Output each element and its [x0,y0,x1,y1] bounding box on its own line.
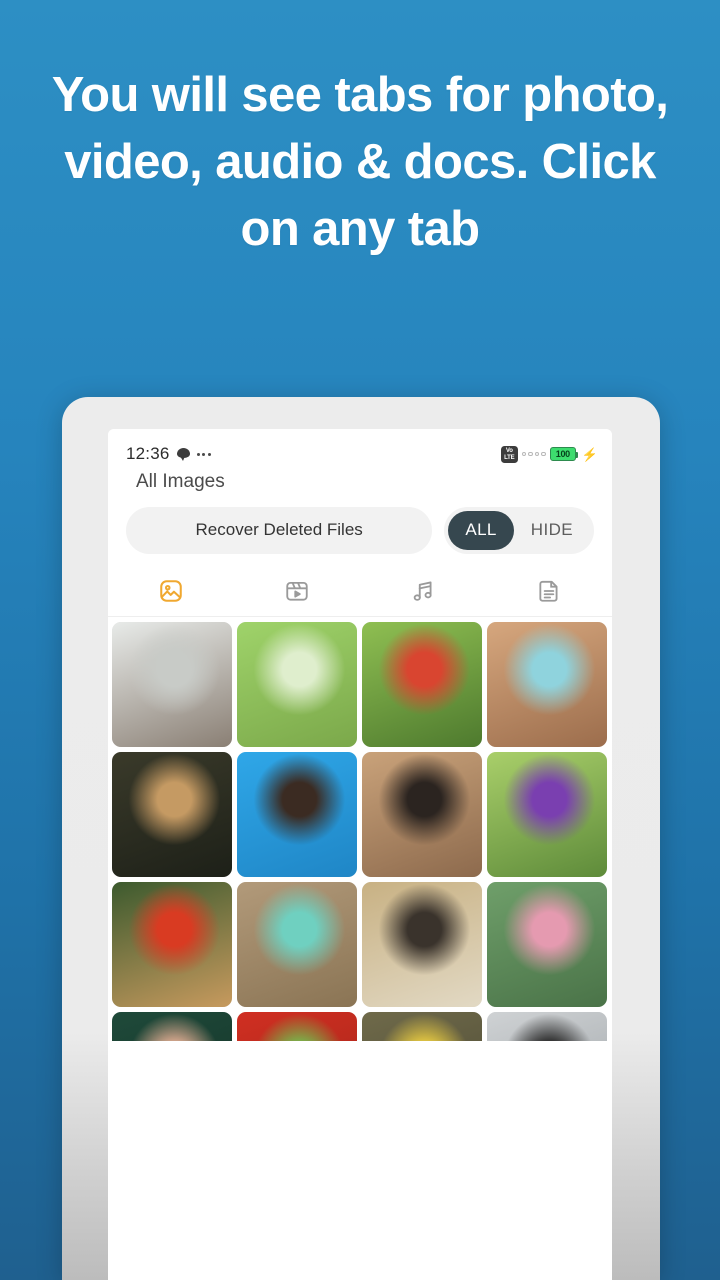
gallery-photo-tile[interactable] [487,1012,607,1041]
photo-thumbnail [487,1012,607,1041]
battery-icon: 100 [549,447,578,461]
gallery-photo-tile[interactable] [362,752,482,877]
signal-dots-icon [521,451,546,457]
charging-bolt-icon: ⚡ [581,446,598,462]
gallery-photo-tile[interactable] [112,1012,232,1041]
photo-thumbnail [362,882,482,1007]
volte-bottom-label: LTE [504,454,515,461]
status-bar-left: 12:36 [126,444,211,464]
media-type-tabbar [108,565,612,617]
photo-grid-container[interactable] [108,617,612,1041]
status-bar-right: Vo LTE 100 ⚡ [500,445,598,463]
tab-video[interactable] [234,565,360,616]
empty-scroll-area [108,1041,612,1280]
photo-thumbnail [362,752,482,877]
segment-all-button[interactable]: ALL [448,510,514,550]
photo-thumbnail [112,882,232,1007]
volte-top-label: Vo [505,447,513,454]
gallery-photo-tile[interactable] [362,882,482,1007]
tab-photo[interactable] [108,565,234,616]
gallery-photo-tile[interactable] [237,752,357,877]
photo-thumbnail [487,622,607,747]
video-clapperboard-icon [284,578,310,604]
app-screen-title: All Images [136,471,225,492]
page-title: You will see tabs for photo, video, audi… [51,68,669,256]
photo-thumbnail [112,1012,232,1041]
gallery-photo-tile[interactable] [112,752,232,877]
gallery-photo-tile[interactable] [487,622,607,747]
status-time: 12:36 [126,444,170,463]
segment-hide-button[interactable]: HIDE [514,511,590,550]
photo-thumbnail [362,622,482,747]
photo-thumbnail [237,1012,357,1041]
volte-icon: Vo LTE [500,445,518,463]
all-hide-segmented-control: ALL HIDE [444,506,594,554]
photo-thumbnail [237,752,357,877]
music-note-icon [410,578,436,604]
gallery-photo-tile[interactable] [237,1012,357,1041]
photo-thumbnail [112,752,232,877]
gallery-photo-tile[interactable] [237,622,357,747]
phone-mockup-frame: 12:36 Vo LTE 100 ⚡ All Images Recover De… [62,397,660,1280]
gallery-photo-tile[interactable] [237,882,357,1007]
photo-thumbnail [487,752,607,877]
phone-screen: 12:36 Vo LTE 100 ⚡ All Images Recover De… [108,429,612,1280]
gallery-photo-tile[interactable] [112,622,232,747]
controls-row: Recover Deleted Files ALL HIDE [108,503,612,557]
photo-thumbnail [237,882,357,1007]
tab-docs[interactable] [486,565,612,616]
gallery-photo-tile[interactable] [362,1012,482,1041]
photo-thumbnail [112,622,232,747]
gallery-photo-tile[interactable] [487,882,607,1007]
screenshot-stage: You will see tabs for photo, video, audi… [0,0,720,1280]
gallery-photo-tile[interactable] [362,622,482,747]
tab-audio[interactable] [360,565,486,616]
photo-icon [158,578,184,604]
gallery-photo-tile[interactable] [487,752,607,877]
status-bar: 12:36 Vo LTE 100 ⚡ [108,429,612,469]
more-dots-icon [196,452,211,456]
photo-thumbnail [237,622,357,747]
document-icon [536,578,562,604]
chat-bubble-icon [176,448,190,461]
recover-deleted-files-button[interactable]: Recover Deleted Files [126,506,433,554]
photo-grid [108,622,612,1041]
photo-thumbnail [487,882,607,1007]
photo-thumbnail [362,1012,482,1041]
gallery-photo-tile[interactable] [112,882,232,1007]
battery-level-label: 100 [555,449,570,459]
